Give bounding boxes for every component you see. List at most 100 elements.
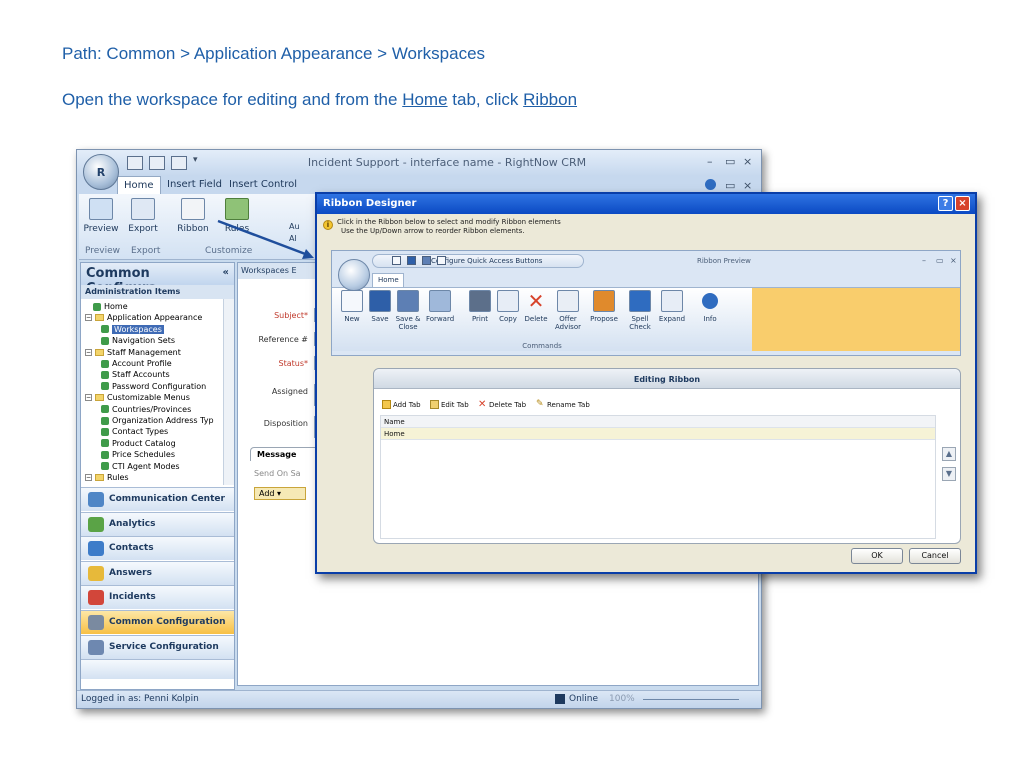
preview-button-delete[interactable]: ✕ Delete [522, 290, 550, 323]
new-document-icon [341, 290, 363, 312]
preview-ribbon-commands: New Save Save & Close Forward Print Copy ✕ Dele… [332, 287, 752, 351]
tree-item[interactable]: Organization Address Typ [101, 415, 214, 426]
preview-button[interactable]: Preview [81, 198, 121, 242]
tab-home[interactable]: Home [117, 176, 161, 194]
collapse-toggle-icon[interactable]: − [85, 474, 92, 481]
save-all-icon[interactable] [149, 156, 165, 170]
quick-access-toolbar[interactable]: Configure Quick Access Buttons [372, 254, 584, 268]
zoom-level: 100% [609, 694, 635, 704]
send-on-save-checkbox[interactable]: Send On Sa [254, 469, 301, 478]
move-down-icon[interactable]: ▼ [942, 467, 956, 481]
grid-row-home[interactable]: Home [381, 428, 935, 440]
new-icon[interactable] [392, 256, 401, 265]
nav-button[interactable]: Common Configuration [81, 610, 234, 634]
move-up-icon[interactable]: ▲ [942, 447, 956, 461]
print-icon[interactable] [437, 256, 446, 265]
nav-button[interactable]: Analytics [81, 511, 234, 536]
rules-label: Rules [224, 224, 250, 234]
tree-item[interactable]: Product Catalog [101, 438, 176, 449]
export-button[interactable]: Export [123, 198, 163, 242]
tree-item[interactable]: Workspaces [101, 324, 164, 335]
add-button[interactable]: Add ▾ [254, 487, 306, 500]
tab-insert-control[interactable]: Insert Control [223, 176, 303, 194]
preview-tab-home[interactable]: Home [372, 273, 404, 287]
forward-icon [429, 290, 451, 312]
collapse-toggle-icon[interactable]: − [85, 394, 92, 402]
item-icon [101, 450, 109, 459]
nav-button[interactable]: Communication Center [81, 487, 234, 511]
close-doc-icon[interactable]: × [743, 179, 752, 192]
slide-instruction: Open the workspace for editing and from … [62, 90, 577, 110]
tree-item[interactable]: − Application Appearance [85, 312, 202, 323]
collapse-toggle-icon[interactable]: − [85, 314, 92, 322]
tree-item-label: Organization Address Typ [112, 416, 214, 425]
save-close-icon[interactable] [422, 256, 431, 265]
help-icon[interactable]: ? [938, 196, 953, 211]
tree-scrollbar[interactable] [223, 299, 234, 485]
tree-item[interactable]: Staff Accounts [101, 369, 170, 380]
tree-item[interactable]: Home [93, 301, 128, 312]
preview-button-expand[interactable]: Expand [658, 290, 686, 323]
save-icon[interactable] [407, 256, 416, 265]
ribbon-button[interactable]: Ribbon [173, 198, 213, 242]
preview-button-offer-advisor[interactable]: Offer Advisor [554, 290, 582, 331]
tree-item-label: Home [104, 302, 128, 311]
nav-pane-footer[interactable] [81, 659, 234, 680]
tree-item[interactable]: Countries/Provinces [101, 404, 191, 415]
grid-header-name[interactable]: Name [381, 416, 935, 428]
preview-button-spell-check[interactable]: Spell Check [626, 290, 654, 331]
tree-item[interactable]: Contact Types [101, 426, 168, 437]
preview-button-new-document[interactable]: New [338, 290, 366, 323]
collapse-icon[interactable]: « [223, 267, 229, 278]
tree-item[interactable]: − Rules [85, 472, 129, 483]
preview-icon[interactable] [171, 156, 187, 170]
tree-item[interactable]: Password Configuration [101, 381, 206, 392]
tab-insert-field[interactable]: Insert Field [161, 176, 228, 194]
info-line-1: Click in the Ribbon below to select and … [337, 218, 561, 226]
nav-button[interactable]: Contacts [81, 536, 234, 561]
tree-item[interactable]: − Customizable Menus [85, 392, 190, 403]
tree-item[interactable]: Navigation Sets [101, 335, 175, 346]
rules-button[interactable]: Rules [217, 198, 257, 242]
restore-icon[interactable]: ▭ [725, 179, 735, 192]
tree-item[interactable]: − Staff Management [85, 347, 181, 358]
preview-button-propose[interactable]: Propose [590, 290, 618, 323]
qat-dropdown-icon[interactable]: ▾ [193, 155, 198, 165]
ribbon-option-a[interactable]: Au [289, 222, 300, 231]
close-icon[interactable]: × [743, 155, 752, 168]
zoom-slider[interactable] [643, 699, 739, 700]
save-icon[interactable] [127, 156, 143, 170]
nav-button-icon [88, 590, 104, 606]
close-icon[interactable]: × [955, 196, 970, 211]
tree-item[interactable]: CTI Agent Modes [101, 461, 180, 472]
preview-button-save[interactable]: Save [366, 290, 394, 323]
tree-item[interactable]: Account Profile [101, 358, 172, 369]
delete-tab-button[interactable]: ✕ Delete Tab [478, 400, 526, 410]
ribbon-option-b[interactable]: Al [289, 234, 297, 243]
edit-tab-button[interactable]: Edit Tab [430, 400, 469, 409]
nav-button[interactable]: Service Configuration [81, 634, 234, 659]
nav-button[interactable]: Answers [81, 560, 234, 585]
help-icon[interactable] [705, 179, 716, 190]
collapse-toggle-icon[interactable]: − [85, 348, 92, 356]
preview-ribbon-empty-area[interactable] [752, 287, 960, 351]
dialog-titlebar: Ribbon Designer [317, 194, 975, 214]
nav-button-icon [88, 639, 104, 655]
preview-button-forward[interactable]: Forward [426, 290, 454, 323]
logged-in-text: Logged in as: Penni Kolpin [81, 694, 199, 704]
preview-button-info[interactable]: Info [696, 290, 724, 323]
rename-tab-button[interactable]: ✎ Rename Tab [536, 400, 590, 409]
message-tab[interactable]: Message [250, 447, 320, 461]
preview-button-copy[interactable]: Copy [494, 290, 522, 323]
ok-button[interactable]: OK [851, 548, 903, 564]
add-tab-button[interactable]: Add Tab [382, 400, 421, 409]
tree-item[interactable]: Price Schedules [101, 449, 175, 460]
preview-button-print[interactable]: Print [466, 290, 494, 323]
maximize-icon[interactable]: ▭ [725, 155, 735, 168]
nav-button[interactable]: Incidents [81, 585, 234, 610]
preview-button-save-close[interactable]: Save & Close [394, 290, 422, 331]
cancel-button[interactable]: Cancel [909, 548, 961, 564]
app-orb-button[interactable]: R [83, 154, 119, 190]
preview-orb[interactable] [338, 259, 370, 291]
minimize-icon[interactable]: – [707, 155, 713, 168]
